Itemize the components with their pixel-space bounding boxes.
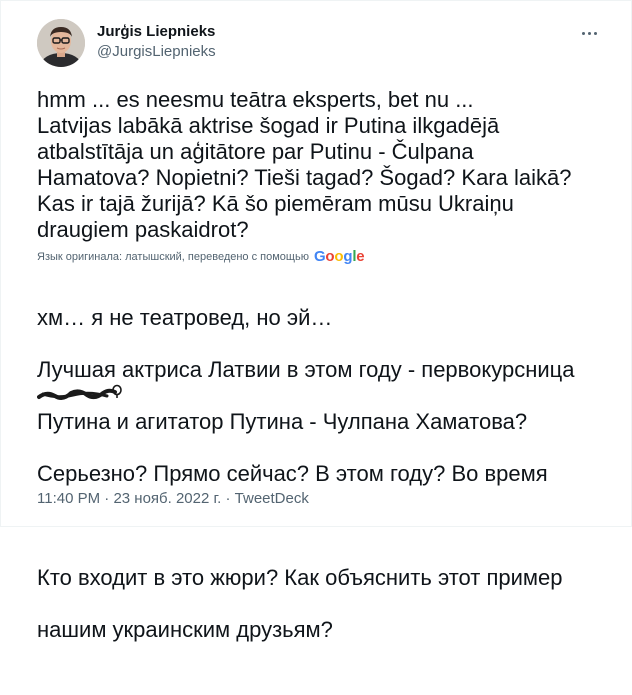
tweet-source-link[interactable]: TweetDeck [235,490,309,507]
translated-line: Серьезно? Прямо сейчас? В этом году? Во … [37,461,548,486]
translated-line: хм… я не театровед, но эй… [37,305,333,330]
avatar-photo [37,19,85,67]
author-names: Jurģis Liepnieks @JurgisLiepnieks [97,22,216,62]
avatar[interactable] [37,19,85,67]
redaction-scribble [37,384,122,400]
translation-attribution: Язык оригинала: латышский, переведено с … [37,249,617,265]
tweet-text: hmm ... es neesmu teātra eksperts, bet n… [37,87,572,242]
tweet-header: Jurģis Liepnieks @JurgisLiepnieks [37,19,615,67]
translation-note-text: Язык оригинала: латышский, переведено с … [37,251,309,263]
translated-line-redacted [37,513,617,539]
translated-line: Лучшая актриса Латвии в этом году - перв… [37,357,575,382]
tweet-body: hmm ... es neesmu teātra eksperts, bet n… [37,87,617,695]
meta-separator: · [225,490,231,507]
tweet-date-link[interactable]: 23 нояб. 2022 г. [113,490,221,507]
author-handle[interactable]: @JurgisLiepnieks [97,42,216,62]
tweet-card: Jurģis Liepnieks @JurgisLiepnieks hmm ..… [0,0,632,642]
tweet-metadata: 11:40 PM · 23 нояб. 2022 г. · TweetDeck [37,489,309,509]
translated-text: хм… я не театровед, но эй… Лучшая актрис… [37,279,617,695]
google-logo[interactable]: Google [314,249,365,265]
more-horizontal-icon [581,31,585,35]
meta-separator: · [104,490,110,507]
author-display-name[interactable]: Jurģis Liepnieks [97,22,216,42]
translated-line: Путина и агитатор Путина - Чулпана Хамат… [37,409,528,434]
tweet-time-link[interactable]: 11:40 PM [37,490,100,507]
more-options-button[interactable] [577,21,601,45]
translated-line: Кто входит в это жюри? Как объяснить это… [37,565,563,590]
translated-line: нашим украинским друзьям? [37,617,333,642]
